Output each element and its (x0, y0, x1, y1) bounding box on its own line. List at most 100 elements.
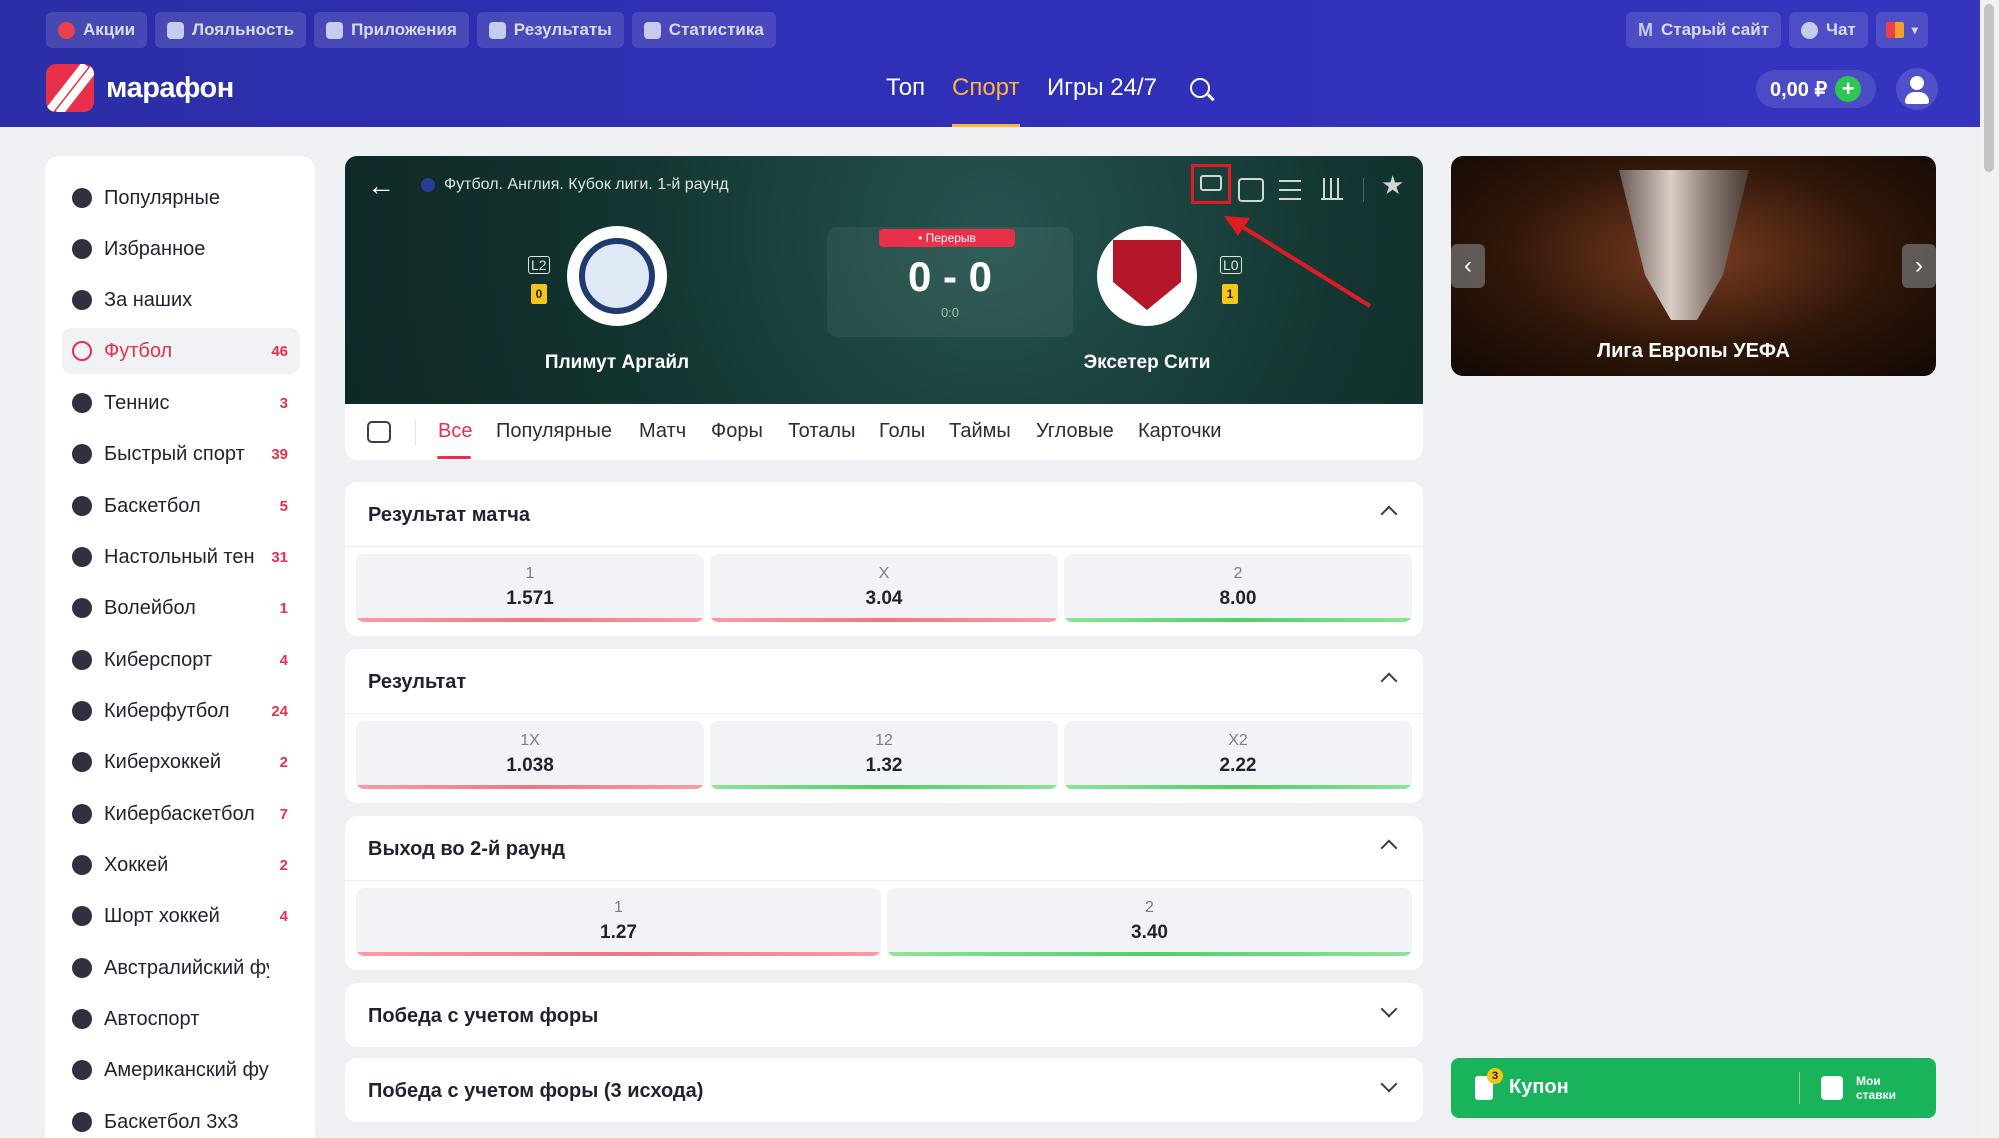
home-team-name[interactable]: Плимут Аргайл (495, 352, 739, 374)
chevron-up-icon[interactable] (1380, 505, 1398, 523)
odd-button[interactable]: X 3.04 (710, 554, 1058, 622)
sidebar-item-aussie-football[interactable]: Австралийский футбол (62, 945, 300, 991)
deposit-button[interactable]: + (1835, 76, 1862, 102)
balance[interactable]: 0,00 ₽ + (1756, 70, 1876, 108)
stats-link[interactable]: Статистика (631, 12, 776, 48)
language-select[interactable]: ▾ (1875, 12, 1928, 48)
promo-banner[interactable]: ‹ › Лига Европы УЕФА (1451, 156, 1936, 376)
phone-icon (326, 21, 344, 39)
home-team-logo (567, 226, 667, 326)
old-site-link[interactable]: M Старый сайт (1626, 12, 1782, 48)
live-stream-icon[interactable] (1191, 164, 1231, 204)
market-handicap-3way[interactable]: Победа с учетом форы (3 исхода) (345, 1058, 1423, 1122)
market-handicap[interactable]: Победа с учетом форы (345, 983, 1423, 1047)
stats-tab-icon[interactable] (367, 421, 391, 443)
odd-button[interactable]: X2 2.22 (1064, 721, 1412, 789)
match-breadcrumb[interactable]: Футбол. Англия. Кубок лиги. 1-й раунд (444, 176, 729, 194)
banner-title: Лига Европы УЕФА (1597, 340, 1790, 362)
nav-top[interactable]: Топ (886, 74, 925, 102)
m-icon: M (1638, 19, 1653, 40)
chevron-up-icon[interactable] (1380, 672, 1398, 690)
logo[interactable]: марафон (46, 64, 234, 112)
sidebar-item-motorsport[interactable]: Автоспорт (62, 996, 300, 1042)
odd-button[interactable]: 12 1.32 (710, 721, 1058, 789)
away-team-logo (1097, 226, 1197, 326)
tab-corners[interactable]: Угловые (1036, 420, 1114, 443)
loyalty-link[interactable]: Лояльность (155, 12, 307, 48)
page-scrollbar[interactable] (1980, 0, 1999, 1138)
search-icon[interactable] (1190, 78, 1215, 101)
tab-handicaps[interactable]: Форы (711, 420, 763, 443)
pitch-icon[interactable] (1238, 178, 1264, 202)
trend-bar (356, 952, 881, 956)
sidebar-item-cyber-basketball[interactable]: Кибербаскетбол 7 (62, 791, 300, 837)
sidebar-item-basketball[interactable]: Баскетбол 5 (62, 483, 300, 529)
favorite-star-icon[interactable]: ★ (1381, 170, 1404, 201)
results-link[interactable]: Результаты (476, 12, 624, 48)
user-avatar-icon[interactable] (1896, 68, 1938, 110)
scrollbar-thumb[interactable] (1984, 4, 1994, 172)
market-title: Результат матча (368, 504, 530, 526)
rocket-icon (72, 444, 92, 464)
tab-totals[interactable]: Тоталы (788, 420, 855, 443)
sidebar-item-football[interactable]: Футбол 46 (62, 328, 300, 374)
sidebar-item-hockey[interactable]: Хоккей 2 (62, 842, 300, 888)
home-league-badge: L2 (528, 256, 550, 274)
tab-match[interactable]: Матч (639, 420, 686, 443)
list-icon[interactable] (1279, 180, 1301, 200)
coupon-bar[interactable]: 3 Купон Мои ставки (1451, 1058, 1936, 1118)
sidebar-item-american-football[interactable]: Американский футбол (62, 1047, 300, 1093)
odd-button[interactable]: 1 1.27 (356, 888, 881, 956)
hockey-stick-icon (72, 906, 92, 926)
banner-next-button[interactable]: › (1902, 244, 1936, 288)
odd-button[interactable]: 1X 1.038 (356, 721, 704, 789)
sidebar-item-fast-sport[interactable]: Быстрый спорт 39 (62, 431, 300, 477)
sidebar-item-table-tennis[interactable]: Настольный теннис31 (62, 534, 300, 580)
top-right-links: M Старый сайт Чат ▾ (1626, 12, 1928, 48)
nav-active-indicator (952, 124, 1020, 127)
nav-sport[interactable]: Спорт (952, 74, 1020, 102)
star-badge-icon (167, 21, 185, 39)
odd-button[interactable]: 2 3.40 (887, 888, 1412, 956)
my-bets-icon[interactable] (1821, 1076, 1843, 1100)
odd-button[interactable]: 2 8.00 (1064, 554, 1412, 622)
stats-bars-icon[interactable] (1321, 178, 1343, 200)
sports-sidebar: Популярные Избранное За наших Футбол 46 Т… (45, 156, 315, 1138)
results-icon (488, 21, 506, 39)
sidebar-item-tennis[interactable]: Теннис 3 (62, 380, 300, 426)
apps-link[interactable]: Приложения (314, 12, 469, 48)
odd-button[interactable]: 1 1.571 (356, 554, 704, 622)
sidebar-item-cyber-football[interactable]: Киберфутбол 24 (62, 688, 300, 734)
tab-all[interactable]: Все (438, 420, 472, 443)
sidebar-item-favorites[interactable]: Избранное (62, 226, 300, 272)
chevron-down-icon[interactable] (1380, 1075, 1398, 1093)
tab-popular[interactable]: Популярные (496, 420, 612, 443)
away-team-name[interactable]: Эксетер Сити (1025, 352, 1269, 374)
gamepad-icon (72, 804, 92, 824)
trophy-image (1619, 170, 1749, 320)
banner-prev-button[interactable]: ‹ (1451, 244, 1485, 288)
sidebar-item-cyber-hockey[interactable]: Киберхоккей 2 (62, 739, 300, 785)
chevron-down-icon[interactable] (1380, 1000, 1398, 1018)
chat-link[interactable]: Чат (1789, 12, 1868, 48)
tab-goals[interactable]: Голы (879, 420, 925, 443)
sidebar-item-esports[interactable]: Киберспорт 4 (62, 637, 300, 683)
rugby-ball-icon (72, 958, 92, 978)
market-to-qualify: Выход во 2-й раунд 1 1.27 2 3.40 (345, 816, 1423, 970)
my-bets-label[interactable]: Мои ставки (1856, 1074, 1916, 1102)
stats-icon (643, 21, 661, 39)
back-arrow-icon[interactable]: ← (367, 172, 395, 200)
sidebar-item-popular[interactable]: Популярные (62, 175, 300, 221)
nav-games[interactable]: Игры 24/7 (1047, 74, 1157, 102)
sidebar-item-basketball-3x3[interactable]: Баскетбол 3x3 (62, 1099, 300, 1138)
top-links: Акции Лояльность Приложения Результаты С… (46, 12, 776, 48)
chevron-up-icon[interactable] (1380, 839, 1398, 857)
tab-cards[interactable]: Карточки (1138, 420, 1221, 443)
divider (345, 546, 1423, 547)
sidebar-item-volleyball[interactable]: Волейбол 1 (62, 585, 300, 631)
sidebar-item-short-hockey[interactable]: Шорт хоккей 4 (62, 893, 300, 939)
promo-link[interactable]: Акции (46, 12, 148, 48)
match-status-badge: • Перерыв (879, 229, 1015, 247)
tab-halves[interactable]: Таймы (949, 420, 1011, 443)
sidebar-item-za-nashih[interactable]: За наших (62, 277, 300, 323)
